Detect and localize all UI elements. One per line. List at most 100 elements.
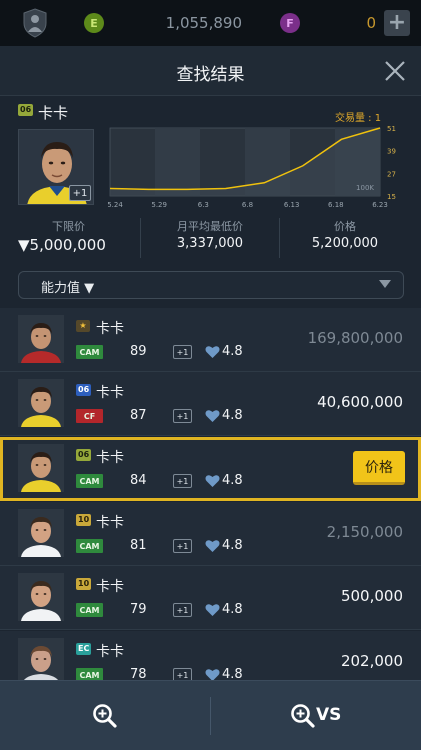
- enhance-badge: +1: [173, 409, 192, 423]
- heart-icon: [205, 475, 220, 487]
- player-name: 卡卡: [38, 104, 69, 122]
- result-row[interactable]: 10 卡卡 CAM 79 +1 4.8 500,000: [0, 566, 421, 630]
- current-price: 价格 5,200,000: [280, 218, 410, 258]
- result-row[interactable]: 06 卡卡 CF 87 +1 4.8 40,600,000: [0, 372, 421, 436]
- player-price: 40,600,000: [317, 393, 403, 411]
- chart-x-tick-label: 5.24: [108, 201, 123, 209]
- enhance-badge: +1: [173, 539, 192, 553]
- overall-rating: 78: [130, 667, 147, 680]
- caret-down-icon: [379, 280, 391, 288]
- club-crest-icon[interactable]: [22, 8, 48, 38]
- player-name: 卡卡: [96, 385, 124, 401]
- heart-icon: [205, 410, 220, 422]
- price-button[interactable]: 价格: [353, 451, 405, 485]
- player-price: 2,150,000: [326, 523, 403, 541]
- position-badge: CAM: [76, 668, 103, 680]
- add-currency-button[interactable]: +: [384, 10, 410, 36]
- chart-y-tick-label: 51: [387, 125, 396, 133]
- floor-price-label: 下限价: [52, 220, 85, 233]
- position-badge: CAM: [76, 345, 103, 359]
- player-price: 169,800,000: [307, 329, 403, 347]
- player-thumbnail: [18, 315, 64, 363]
- player-name: 卡卡: [96, 579, 124, 595]
- chart-x-tick-label: 6.8: [242, 201, 253, 209]
- dialog-header: 查找结果: [0, 46, 421, 96]
- player-rating: 4.8: [222, 602, 243, 617]
- player-price: 202,000: [340, 652, 403, 670]
- heart-icon: [205, 604, 220, 616]
- f-coin-balance: 0: [366, 14, 376, 32]
- floor-price: 下限价 ▼5,000,000: [18, 218, 128, 258]
- chart-x-tick-label: 6.18: [328, 201, 344, 209]
- monthly-avg-low-label: 月平均最低价: [177, 220, 243, 233]
- result-row[interactable]: 10 卡卡 CAM 81 +1 4.8 2,150,000: [0, 502, 421, 566]
- player-rating: 4.8: [222, 473, 243, 488]
- result-row[interactable]: EC 卡卡 CAM 78 +1 4.8 202,000: [0, 631, 421, 680]
- player-thumbnail: [18, 379, 64, 427]
- zoom-compare-icon: [291, 704, 315, 728]
- vs-label: VS: [316, 705, 342, 725]
- heart-icon: [205, 540, 220, 552]
- enhance-badge: +1: [173, 345, 192, 359]
- overall-rating: 89: [130, 344, 147, 359]
- page-title: 查找结果: [176, 65, 245, 85]
- bottom-toolbar: VS: [0, 680, 421, 750]
- player-rating: 4.8: [222, 344, 243, 359]
- position-badge: CF: [76, 409, 103, 423]
- season-badge: 06: [76, 384, 92, 396]
- chart-unit-label: 100K: [356, 184, 374, 192]
- player-thumbnail: [18, 444, 64, 492]
- overall-rating: 79: [130, 602, 147, 617]
- season-badge: EC: [76, 643, 92, 655]
- heart-icon: [205, 346, 220, 358]
- player-name: 卡卡: [96, 321, 124, 337]
- chart-x-tick-label: 6.3: [198, 201, 209, 209]
- player-rating: 4.8: [222, 667, 243, 680]
- player-rating: 4.8: [222, 538, 243, 553]
- e-coin-icon: E: [84, 13, 104, 33]
- chart-y-tick-label: 39: [387, 148, 396, 156]
- current-price-value: 5,200,000: [311, 236, 379, 251]
- enhance-badge: +1: [173, 668, 192, 680]
- player-price: 500,000: [340, 587, 403, 605]
- enhance-badge: +1: [69, 185, 91, 201]
- season-badge: 10: [76, 514, 92, 526]
- overall-rating: 81: [130, 538, 147, 553]
- result-row[interactable]: 06 卡卡 CAM 84 +1 4.8 价格: [0, 437, 421, 501]
- price-history-chart: 51 39 27 15 100K 5.24 5.29 6.3 6.8 6.13 6.18 6.23: [108, 125, 396, 209]
- zoom-in-icon[interactable]: [92, 703, 118, 729]
- season-badge: 06: [18, 104, 34, 116]
- e-coin-balance: 1,055,890: [165, 14, 242, 32]
- chart-x-tick-label: 5.29: [151, 201, 167, 209]
- player-thumbnail: [18, 638, 64, 680]
- result-row[interactable]: ★ 卡卡 CAM 89 +1 4.8 169,800,000: [0, 308, 421, 372]
- result-list[interactable]: ★ 卡卡 CAM 89 +1 4.8 169,800,000 06 卡卡 CF 87 +1 4.8 40,…: [0, 308, 421, 680]
- chart-band: [155, 128, 200, 196]
- close-icon[interactable]: [382, 58, 408, 84]
- chart-y-tick-label: 15: [387, 193, 396, 201]
- compare-vs-button[interactable]: VS: [290, 703, 350, 729]
- player-name: 卡卡: [96, 450, 124, 466]
- overall-rating: 84: [130, 473, 147, 488]
- player-thumbnail: [18, 573, 64, 621]
- season-badge: 10: [76, 578, 92, 590]
- chart-y-tick-label: 27: [387, 170, 396, 178]
- player-name: 卡卡: [96, 644, 124, 660]
- chart-x-tick-label: 6.23: [372, 201, 388, 209]
- season-badge: 06: [76, 449, 92, 461]
- season-badge: ★: [76, 320, 90, 332]
- enhance-badge: +1: [173, 474, 192, 488]
- monthly-avg-low-value: 3,337,000: [176, 236, 244, 251]
- filter-label: 能力值 ▼: [41, 281, 95, 296]
- f-coin-icon: F: [280, 13, 300, 33]
- ability-filter-dropdown[interactable]: 能力值 ▼: [18, 271, 404, 299]
- player-name: 卡卡: [96, 515, 124, 531]
- chart-x-tick-label: 6.13: [284, 201, 300, 209]
- monthly-avg-low: 月平均最低价 3,337,000: [140, 218, 280, 258]
- current-price-label: 价格: [334, 220, 356, 233]
- player-rating: 4.8: [222, 408, 243, 423]
- enhance-badge: +1: [173, 603, 192, 617]
- overall-rating: 87: [130, 408, 147, 423]
- trade-volume: 交易量 : 1: [335, 113, 382, 124]
- position-badge: CAM: [76, 539, 103, 553]
